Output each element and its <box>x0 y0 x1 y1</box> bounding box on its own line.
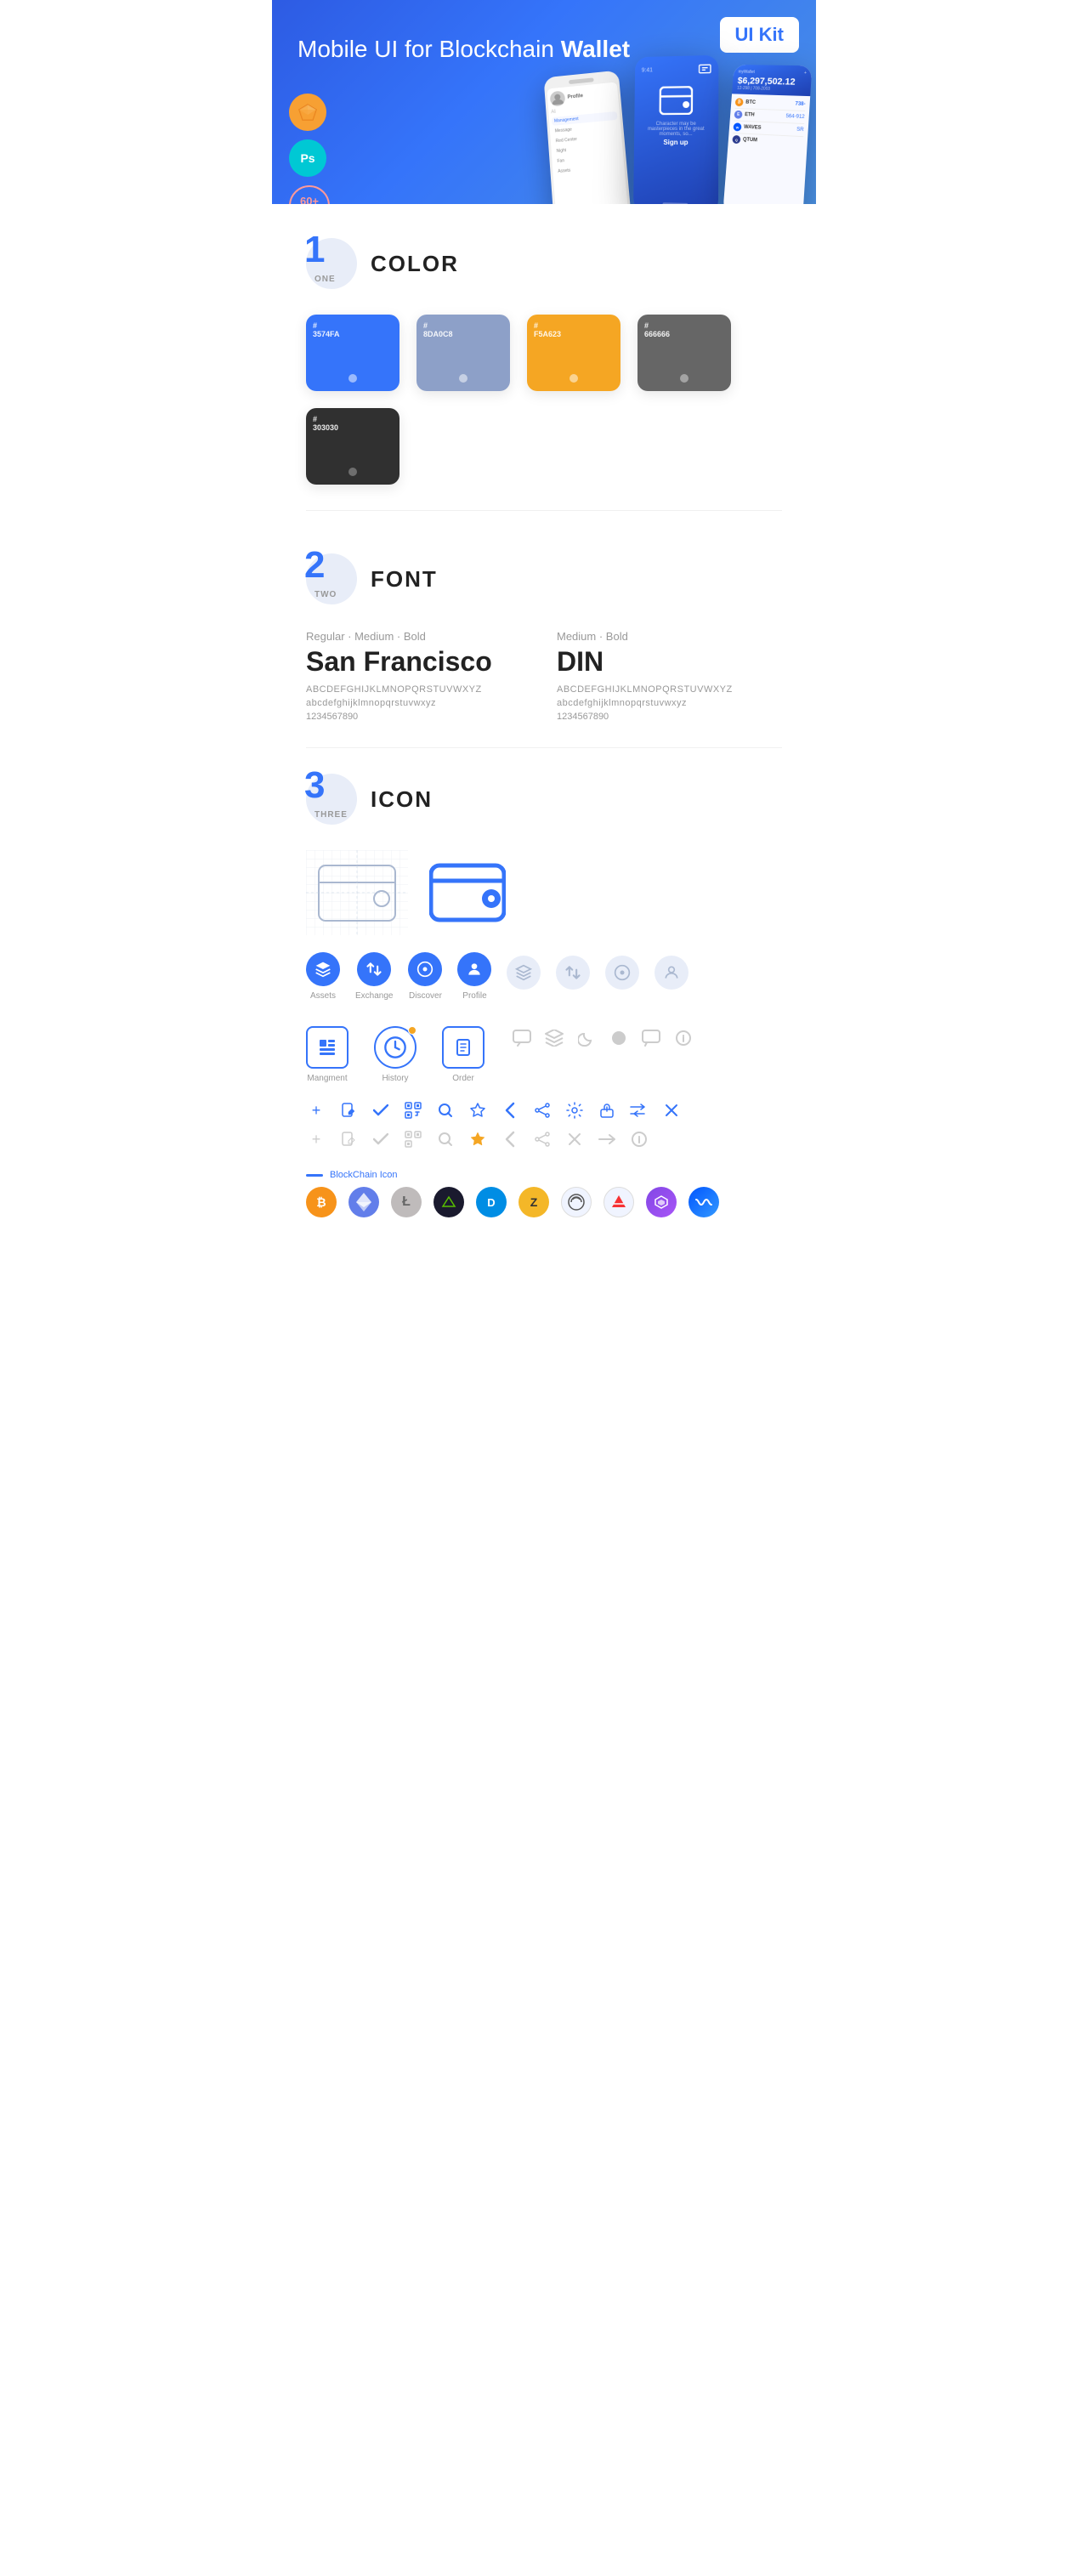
color-card-blue: #3574FA <box>306 315 400 391</box>
font-section: 2 TWO FONT Regular · Medium · Bold San F… <box>272 519 816 739</box>
icon-chat-outline <box>639 1026 663 1050</box>
color-swatch-gray: #666666 <box>638 315 731 391</box>
icon-chevron-left <box>500 1100 520 1121</box>
color-section: 1 ONE COLOR #3574FA #8DA0C8 #F5A623 <box>272 204 816 502</box>
color-section-header: 1 ONE COLOR <box>306 238 782 289</box>
icon-history: History <box>374 1026 416 1083</box>
icon-doc-edit <box>338 1100 359 1121</box>
crypto-litecoin: Ł <box>391 1187 422 1217</box>
icon-moon <box>575 1026 598 1050</box>
phone-mockups: Profile AI Management Message Red Center… <box>548 55 808 204</box>
screens-badge: 60+ Screens <box>289 185 330 204</box>
icon-profile-outline <box>654 956 688 1001</box>
phone-mockup-2: 9:41 Character may be masterpieces in th… <box>633 55 718 204</box>
crypto-ethereum <box>348 1187 379 1217</box>
icon-refresh <box>629 1100 649 1121</box>
icon-section-header: 3 THREE ICON <box>306 774 782 825</box>
hero-badges: Ps 60+ Screens <box>289 94 330 204</box>
icon-gear <box>564 1100 585 1121</box>
color-swatch-dark: #303030 <box>306 408 400 485</box>
icon-profile: Profile <box>457 952 491 1001</box>
font-din: Medium · Bold DIN ABCDEFGHIJKLMNOPQRSTUV… <box>557 630 782 722</box>
color-section-number: 1 ONE <box>306 238 357 289</box>
icon-share-gray <box>532 1129 552 1149</box>
crypto-dash: D <box>476 1187 507 1217</box>
icon-plus-gray: + <box>306 1129 326 1149</box>
icon-qr-gray <box>403 1129 423 1149</box>
crypto-iota <box>561 1187 592 1217</box>
color-swatch-blue: #3574FA <box>306 315 400 391</box>
crypto-matic <box>646 1187 677 1217</box>
icon-export <box>597 1100 617 1121</box>
crypto-bitcoin: ₿ <box>306 1187 337 1217</box>
icon-close <box>661 1100 682 1121</box>
icon-discover-outline <box>605 956 639 1001</box>
icon-exchange-outline <box>556 956 590 1001</box>
hero-section: Mobile UI for Blockchain Wallet UI Kit P… <box>272 0 816 204</box>
crypto-zcash: Z <box>518 1187 549 1217</box>
icon-blueprint <box>306 850 408 935</box>
icon-order: Order <box>442 1026 484 1083</box>
utility-icons-gray: + <box>306 1129 782 1149</box>
font-san-francisco: Regular · Medium · Bold San Francisco AB… <box>306 630 531 722</box>
icon-section: 3 THREE ICON <box>272 757 816 1251</box>
font-grid: Regular · Medium · Bold San Francisco AB… <box>306 630 782 722</box>
misc-icons <box>510 1026 695 1050</box>
icon-doc-edit-gray <box>338 1129 359 1149</box>
icon-x-gray <box>564 1129 585 1149</box>
icon-info-gray <box>629 1129 649 1149</box>
bottom-labeled-icons: Mangment History Order <box>306 1026 782 1083</box>
blockchain-label: BlockChain Icon <box>306 1170 782 1180</box>
color-card-gray: #666666 <box>638 315 731 391</box>
crypto-neo <box>434 1187 464 1217</box>
color-card-orange: #F5A623 <box>527 315 620 391</box>
named-icons-row1: Assets Exchange Discover <box>306 952 491 1001</box>
icon-share <box>532 1100 552 1121</box>
phone-mockup-1: Profile AI Management Message Red Center… <box>544 71 632 204</box>
font-section-number: 2 TWO <box>306 553 357 604</box>
icon-main-row: Assets Exchange Discover <box>306 850 782 1001</box>
icon-chevron-left-gray <box>500 1129 520 1149</box>
icon-circle-filled <box>607 1026 631 1050</box>
icon-assets-outline <box>507 956 541 1001</box>
icon-exchange: Exchange <box>355 952 393 1001</box>
icon-check <box>371 1100 391 1121</box>
icon-layers <box>542 1026 566 1050</box>
icon-search <box>435 1100 456 1121</box>
ps-badge: Ps <box>289 139 326 177</box>
icon-star-filled-orange <box>468 1129 488 1149</box>
crypto-ark <box>604 1187 634 1217</box>
color-swatch-grayblue: #8DA0C8 <box>416 315 510 391</box>
icon-chat <box>510 1026 534 1050</box>
crypto-icons-row: ₿ Ł D Z <box>306 1187 782 1217</box>
hero-title-regular: Mobile UI for Blockchain <box>298 36 561 62</box>
sketch-badge <box>289 94 326 131</box>
color-card-dark: #303030 <box>306 408 400 485</box>
icon-plus: + <box>306 1100 326 1121</box>
color-card-grayblue: #8DA0C8 <box>416 315 510 391</box>
utility-icons-colored: + <box>306 1100 782 1121</box>
font-section-header: 2 TWO FONT <box>306 553 782 604</box>
icon-management: Mangment <box>306 1026 348 1083</box>
icon-section-number: 3 THREE <box>306 774 357 825</box>
icon-discover: Discover <box>408 952 442 1001</box>
icon-wallet-colored <box>425 850 510 935</box>
icon-assets: Assets <box>306 952 340 1001</box>
icon-check-gray <box>371 1129 391 1149</box>
icon-arrow-right-gray <box>597 1129 617 1149</box>
icon-search-gray <box>435 1129 456 1149</box>
color-swatch-orange: #F5A623 <box>527 315 620 391</box>
icon-qr <box>403 1100 423 1121</box>
icon-info <box>672 1026 695 1050</box>
colors-grid: #3574FA #8DA0C8 #F5A623 #666666 #303 <box>306 315 782 485</box>
phone-mockup-3: myWallet + $6,297,502.12 12-298 | 708-20… <box>722 65 812 204</box>
named-icons-grid: Assets Exchange Discover <box>306 952 688 1001</box>
crypto-waves <box>688 1187 719 1217</box>
icon-star <box>468 1100 488 1121</box>
named-icons-row2 <box>507 956 688 1001</box>
ui-kit-badge: UI Kit <box>720 17 799 53</box>
